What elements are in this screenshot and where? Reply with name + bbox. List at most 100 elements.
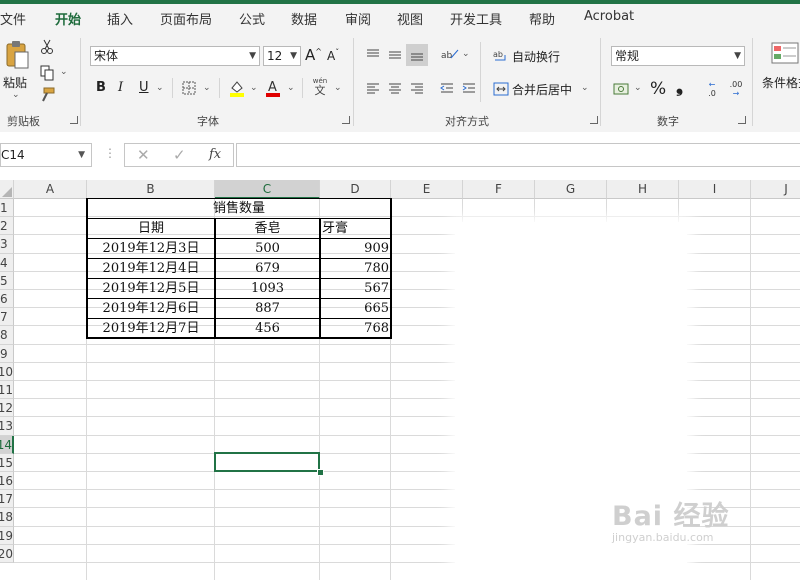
tab-page-layout[interactable]: 页面布局 <box>160 9 212 28</box>
wrap-text-icon[interactable]: ab <box>492 46 510 64</box>
fill-color-icon[interactable] <box>228 78 246 98</box>
tab-formulas[interactable]: 公式 <box>239 9 265 28</box>
comma-style-button[interactable]: ❟ <box>676 76 683 97</box>
align-right-icon[interactable] <box>408 80 426 98</box>
column-header-e[interactable]: E <box>391 180 463 199</box>
row-header-7[interactable]: 7 <box>0 308 14 327</box>
tab-view[interactable]: 视图 <box>397 9 423 28</box>
tab-developer[interactable]: 开发工具 <box>450 9 502 28</box>
table-title[interactable]: 销售数量 <box>87 199 391 218</box>
cell-date[interactable]: 2019年12月7日 <box>87 319 215 338</box>
currency-icon[interactable] <box>612 79 632 99</box>
copy-icon[interactable] <box>38 64 56 82</box>
grow-font-button[interactable]: A^ <box>305 46 322 64</box>
row-header-9[interactable]: 9 <box>0 344 14 363</box>
insert-function-button[interactable]: fx <box>209 147 221 162</box>
name-box[interactable]: C14 ▼ <box>0 143 92 167</box>
column-header-f[interactable]: F <box>463 180 535 199</box>
row-header-2[interactable]: 2 <box>0 217 14 236</box>
decrease-decimal-button[interactable]: .00 → <box>726 78 746 100</box>
align-bottom-icon[interactable] <box>406 44 428 66</box>
cancel-icon[interactable]: ✕ <box>137 146 150 164</box>
cut-icon[interactable] <box>38 38 56 56</box>
underline-button[interactable]: U <box>139 80 149 95</box>
borders-icon[interactable] <box>180 79 198 97</box>
percent-button[interactable]: % <box>650 79 666 99</box>
number-launcher-icon[interactable] <box>738 116 746 124</box>
cell-toothpaste[interactable]: 909 <box>321 239 389 258</box>
row-header-19[interactable]: 19 <box>0 526 14 545</box>
row-header-6[interactable]: 6 <box>0 290 14 309</box>
borders-dropdown-icon[interactable]: ⌄ <box>203 83 211 93</box>
cell-soap[interactable]: 887 <box>215 299 320 318</box>
orientation-icon[interactable]: ab <box>440 44 460 64</box>
cell-date[interactable]: 2019年12月5日 <box>87 279 215 298</box>
bold-button[interactable]: B <box>96 80 106 95</box>
number-format-select[interactable]: 常规 ▼ <box>611 46 745 66</box>
merge-dropdown-icon[interactable]: ⌄ <box>581 83 589 93</box>
tab-insert[interactable]: 插入 <box>107 9 133 28</box>
cell-toothpaste[interactable]: 665 <box>321 299 389 318</box>
font-size-select[interactable]: 12 ▼ <box>263 46 301 66</box>
cell-toothpaste[interactable]: 567 <box>321 279 389 298</box>
shrink-font-button[interactable]: Aˇ <box>327 48 339 63</box>
decrease-indent-icon[interactable] <box>438 80 456 98</box>
row-header-8[interactable]: 8 <box>0 326 14 345</box>
column-header-h[interactable]: H <box>607 180 679 199</box>
more-options-icon[interactable]: ⋮ <box>104 146 116 160</box>
format-painter-icon[interactable] <box>38 86 56 104</box>
phonetic-guide-icon[interactable]: wén 文 <box>310 76 330 98</box>
chevron-down-icon[interactable]: ▼ <box>78 144 85 166</box>
header-toothpaste[interactable]: 牙膏 <box>322 219 391 238</box>
merge-center-button[interactable]: 合并后居中 <box>512 81 572 98</box>
paste-button[interactable]: 粘贴 <box>3 74 27 91</box>
column-header-c[interactable]: C <box>215 180 320 199</box>
column-header-a[interactable]: A <box>14 180 87 199</box>
phonetic-dropdown-icon[interactable]: ⌄ <box>334 83 342 93</box>
clipboard-launcher-icon[interactable] <box>70 116 78 124</box>
paste-dropdown-icon[interactable]: ⌄ <box>12 90 20 100</box>
row-header-1[interactable]: 1 <box>0 199 14 218</box>
confirm-icon[interactable]: ✓ <box>173 146 186 164</box>
column-header-b[interactable]: B <box>87 180 215 199</box>
font-color-dropdown-icon[interactable]: ⌄ <box>287 83 295 93</box>
fill-color-dropdown-icon[interactable]: ⌄ <box>250 83 258 93</box>
row-header-13[interactable]: 13 <box>0 417 14 436</box>
tab-help[interactable]: 帮助 <box>529 9 555 28</box>
copy-dropdown-icon[interactable]: ⌄ <box>60 67 68 77</box>
conditional-format-icon[interactable] <box>770 40 800 66</box>
increase-indent-icon[interactable] <box>460 80 478 98</box>
row-header-16[interactable]: 16 <box>0 472 14 491</box>
tab-file[interactable]: 文件 <box>0 9 26 28</box>
column-header-i[interactable]: I <box>679 180 751 199</box>
row-header-18[interactable]: 18 <box>0 508 14 527</box>
row-header-5[interactable]: 5 <box>0 271 14 290</box>
cell-soap[interactable]: 1093 <box>215 279 320 298</box>
row-header-10[interactable]: 10 <box>0 362 14 381</box>
currency-dropdown-icon[interactable]: ⌄ <box>634 83 642 93</box>
font-launcher-icon[interactable] <box>342 116 350 124</box>
fill-handle[interactable] <box>317 469 324 476</box>
active-cell-selection[interactable] <box>214 452 320 472</box>
cell-soap[interactable]: 500 <box>215 239 320 258</box>
column-header-d[interactable]: D <box>320 180 391 199</box>
cell-soap[interactable]: 456 <box>215 319 320 338</box>
tab-home[interactable]: 开始 <box>55 9 81 28</box>
merge-center-icon[interactable] <box>492 80 510 98</box>
increase-decimal-button[interactable]: ← .0 <box>702 78 722 100</box>
row-header-15[interactable]: 15 <box>0 453 14 472</box>
font-color-icon[interactable]: A <box>264 78 282 98</box>
row-header-4[interactable]: 4 <box>0 253 14 272</box>
row-header-14[interactable]: 14 <box>0 435 14 454</box>
tab-acrobat[interactable]: Acrobat <box>584 9 634 24</box>
conditional-format-button[interactable]: 条件格式 <box>762 74 800 91</box>
row-header-17[interactable]: 17 <box>0 490 14 509</box>
row-header-12[interactable]: 12 <box>0 399 14 418</box>
cell-soap[interactable]: 679 <box>215 259 320 278</box>
italic-button[interactable]: I <box>118 80 123 95</box>
row-header-20[interactable]: 20 <box>0 544 14 563</box>
underline-dropdown-icon[interactable]: ⌄ <box>156 83 164 93</box>
font-name-select[interactable]: 宋体 ▼ <box>90 46 260 66</box>
select-all-corner[interactable] <box>0 180 14 199</box>
header-soap[interactable]: 香皂 <box>215 219 320 238</box>
